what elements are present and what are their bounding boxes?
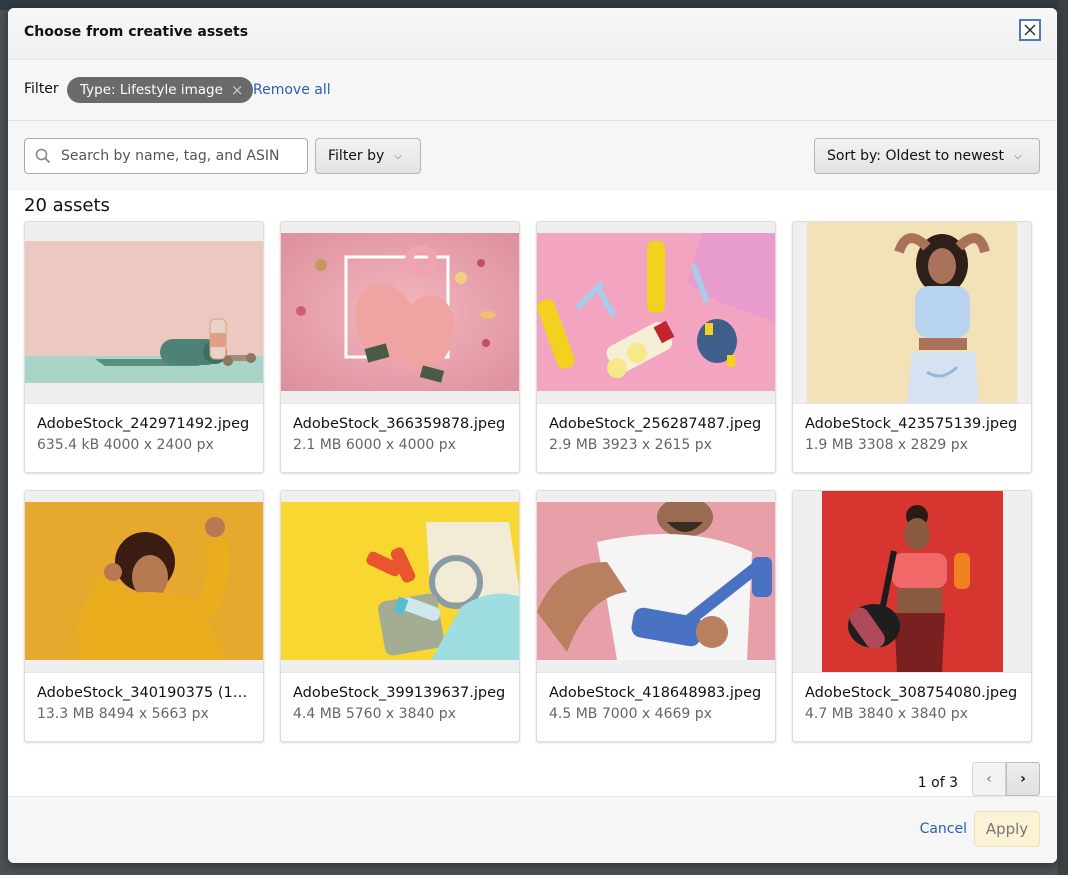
asset-image (281, 233, 519, 391)
cancel-button[interactable]: Cancel (920, 821, 967, 837)
modal-footer: Cancel Apply (8, 796, 1057, 863)
page-indicator: 1 of 3 (918, 775, 958, 791)
asset-image (537, 502, 775, 660)
asset-image (25, 241, 263, 383)
filter-label: Filter (24, 81, 59, 97)
asset-thumbnail (537, 222, 775, 404)
asset-image (807, 222, 1017, 403)
close-icon (1024, 24, 1036, 36)
asset-name: AdobeStock_366359878.jpeg (293, 416, 507, 432)
chevron-down-icon: ⌵ (394, 151, 402, 162)
asset-name: AdobeStock_399139637.jpeg (293, 685, 507, 701)
asset-meta: 4.7 MB 3840 x 3840 px (805, 706, 1019, 722)
search-icon (35, 148, 51, 164)
filter-chip-lifestyle-image[interactable]: Type: Lifestyle image × (67, 77, 253, 103)
asset-meta: 4.5 MB 7000 x 4669 px (549, 706, 763, 722)
apply-button[interactable]: Apply (974, 811, 1040, 847)
modal-header: Choose from creative assets (8, 8, 1057, 60)
asset-thumbnail (25, 222, 263, 404)
search-toolbar: Filter by ⌵ Sort by: Oldest to newest ⌵ (8, 121, 1057, 191)
asset-meta: 635.4 kB 4000 x 2400 px (37, 437, 251, 453)
chevron-left-icon: ‹ (986, 771, 992, 787)
asset-name: AdobeStock_242971492.jpeg (37, 416, 251, 432)
asset-card[interactable]: AdobeStock_418648983.jpeg 4.5 MB 7000 x … (536, 490, 776, 742)
filter-by-dropdown[interactable]: Filter by ⌵ (315, 138, 421, 174)
filter-by-label: Filter by (328, 148, 384, 164)
asset-card[interactable]: AdobeStock_242971492.jpeg 635.4 kB 4000 … (24, 221, 264, 473)
modal-title: Choose from creative assets (24, 24, 248, 40)
asset-grid: AdobeStock_242971492.jpeg 635.4 kB 4000 … (24, 221, 1032, 742)
asset-meta: 13.3 MB 8494 x 5663 px (37, 706, 251, 722)
asset-name: AdobeStock_418648983.jpeg (549, 685, 763, 701)
asset-thumbnail (281, 222, 519, 404)
pagination: 1 of 3 ‹ › (918, 762, 1040, 796)
asset-meta: 2.9 MB 3923 x 2615 px (549, 437, 763, 453)
active-filters-bar: Filter Type: Lifestyle image × Remove al… (8, 60, 1057, 121)
asset-card[interactable]: AdobeStock_366359878.jpeg 2.1 MB 6000 x … (280, 221, 520, 473)
search-box[interactable] (24, 138, 308, 174)
chevron-right-icon: › (1020, 771, 1026, 787)
asset-image (537, 233, 775, 391)
asset-card[interactable]: AdobeStock_423575139.jpeg 1.9 MB 3308 x … (792, 221, 1032, 473)
asset-name: AdobeStock_308754080.jpeg (805, 685, 1019, 701)
asset-card[interactable]: AdobeStock_308754080.jpeg 4.7 MB 3840 x … (792, 490, 1032, 742)
search-input[interactable] (59, 147, 303, 165)
assets-content: 20 assets (8, 191, 1057, 799)
asset-thumbnail (793, 222, 1031, 404)
asset-card[interactable]: AdobeStock_399139637.jpeg 4.4 MB 5760 x … (280, 490, 520, 742)
asset-thumbnail (793, 491, 1031, 673)
asset-count: 20 assets (24, 195, 110, 216)
close-button[interactable] (1019, 19, 1041, 41)
previous-page-button[interactable]: ‹ (972, 762, 1006, 796)
asset-name: AdobeStock_423575139.jpeg (805, 416, 1019, 432)
asset-image (822, 491, 1003, 672)
chevron-down-icon: ⌵ (1014, 151, 1022, 162)
asset-thumbnail (25, 491, 263, 673)
asset-meta: 1.9 MB 3308 x 2829 px (805, 437, 1019, 453)
page-backdrop-right (1058, 0, 1068, 875)
remove-filter-icon[interactable]: × (231, 83, 244, 98)
asset-thumbnail (537, 491, 775, 673)
creative-assets-modal: Choose from creative assets Filter Type:… (8, 8, 1057, 863)
asset-card[interactable]: AdobeStock_340190375 (1)... 13.3 MB 8494… (24, 490, 264, 742)
next-page-button[interactable]: › (1006, 762, 1040, 796)
asset-name: AdobeStock_340190375 (1)... (37, 685, 251, 701)
sort-by-dropdown[interactable]: Sort by: Oldest to newest ⌵ (814, 138, 1040, 174)
remove-all-link[interactable]: Remove all (253, 82, 331, 98)
asset-name: AdobeStock_256287487.jpeg (549, 416, 763, 432)
sort-by-label: Sort by: Oldest to newest (827, 148, 1004, 164)
asset-image (281, 502, 519, 660)
asset-card[interactable]: AdobeStock_256287487.jpeg 2.9 MB 3923 x … (536, 221, 776, 473)
asset-meta: 2.1 MB 6000 x 4000 px (293, 437, 507, 453)
asset-thumbnail (281, 491, 519, 673)
asset-image (25, 502, 263, 660)
asset-meta: 4.4 MB 5760 x 3840 px (293, 706, 507, 722)
filter-chip-label: Type: Lifestyle image (80, 82, 223, 98)
